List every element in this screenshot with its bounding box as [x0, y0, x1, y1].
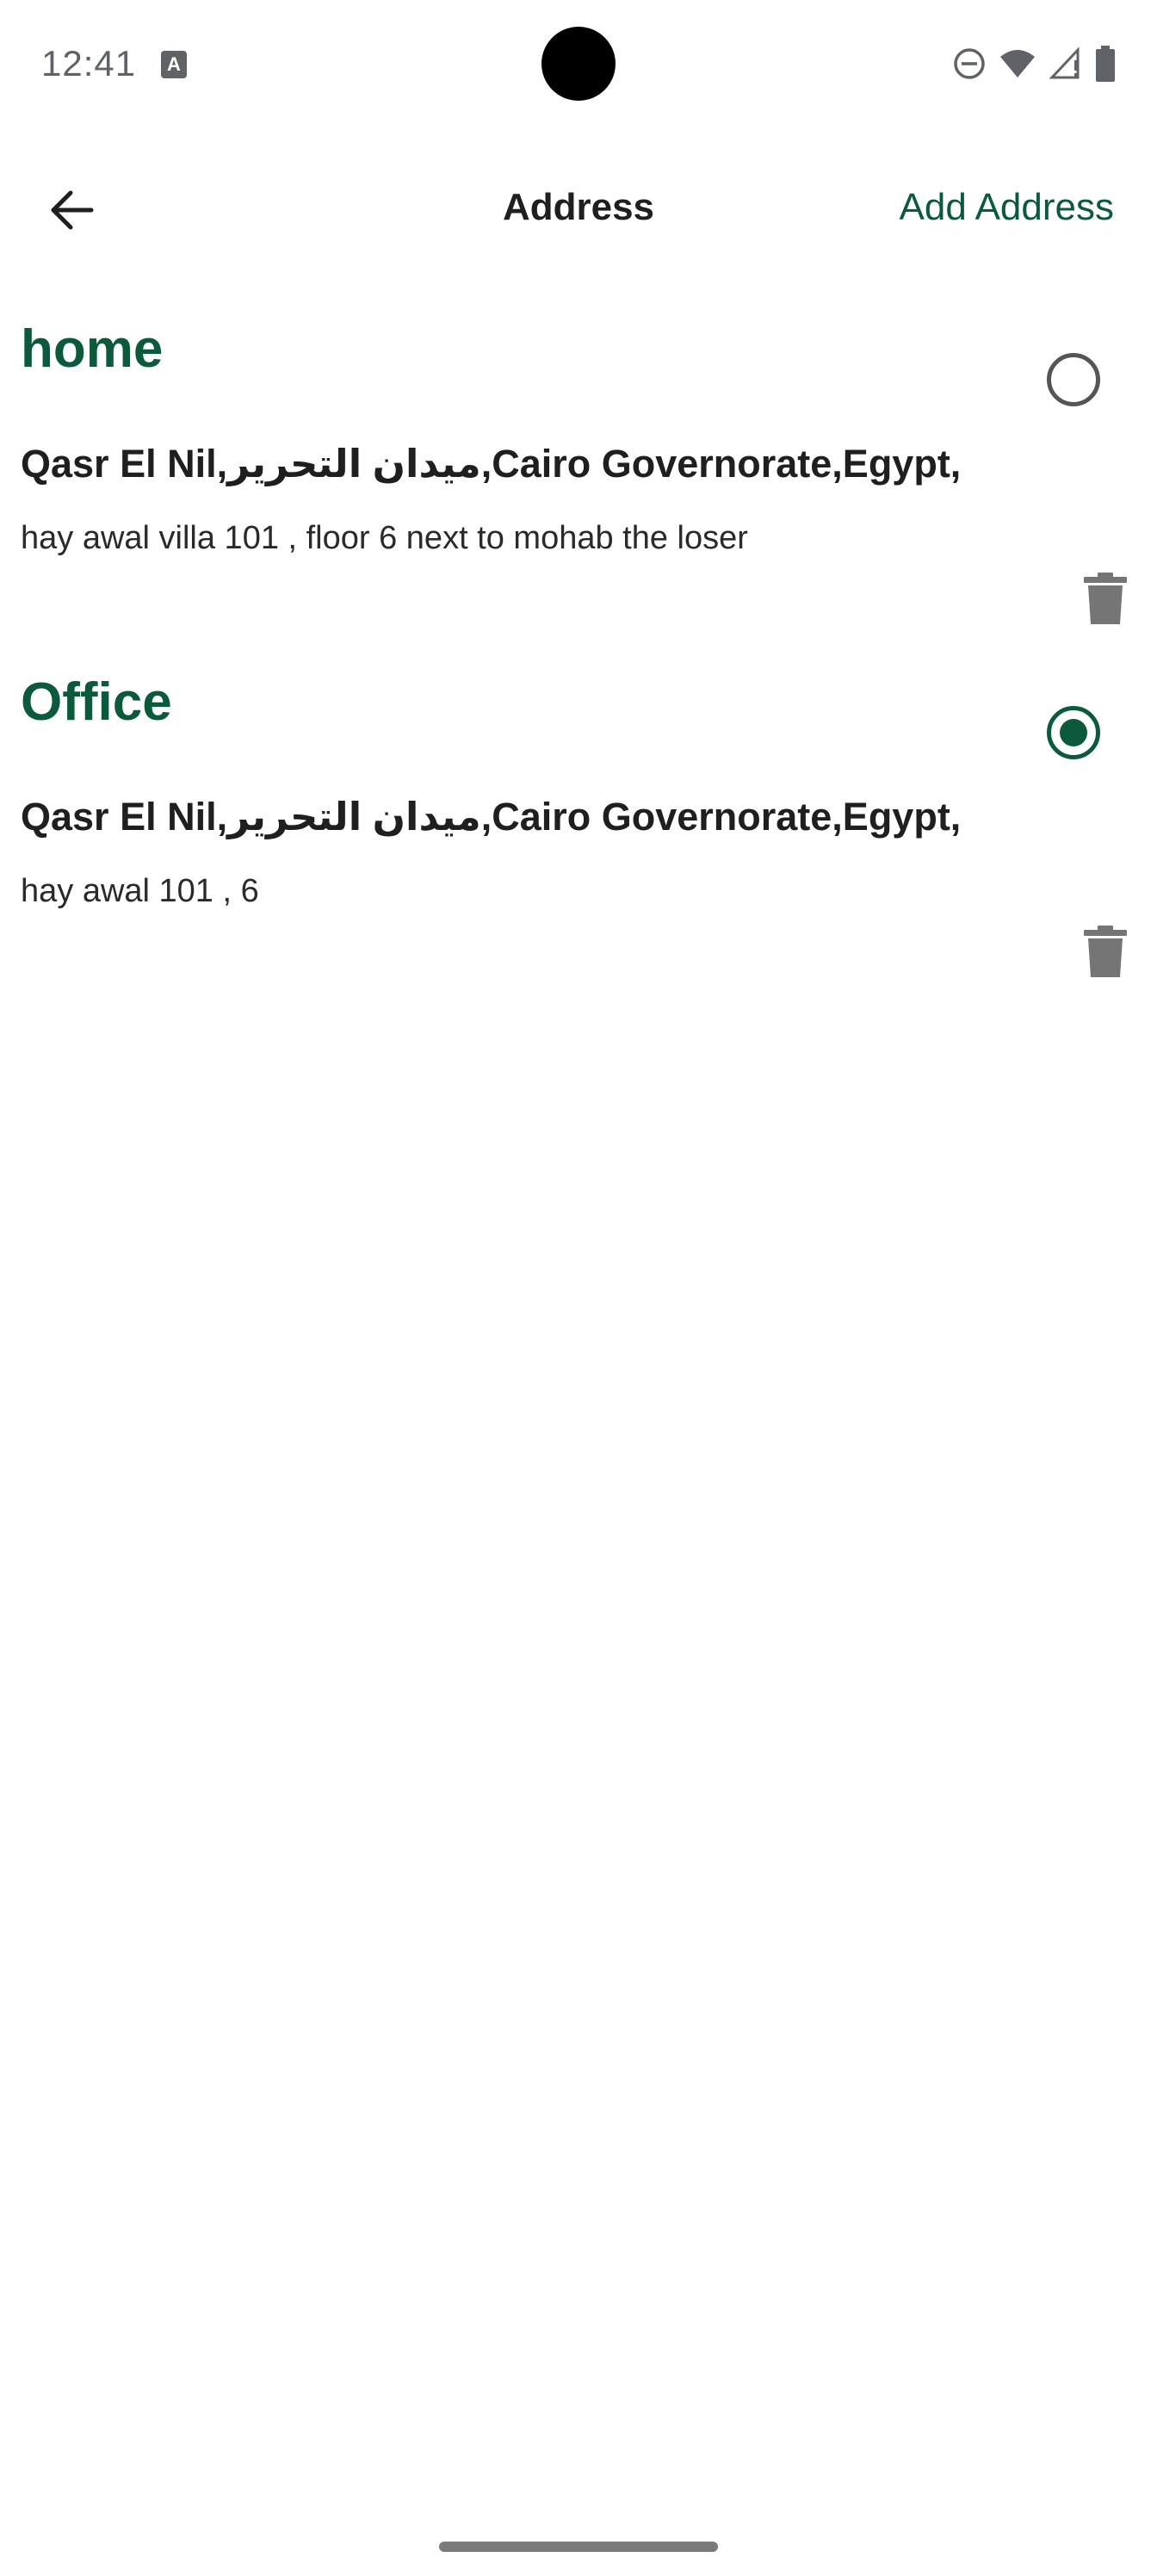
cellular-signal-icon — [1049, 46, 1083, 81]
address-screen: 12:41 A Address Add Address home Qasr El… — [0, 0, 1157, 2576]
address-line: Qasr El Nil,ميدان التحرير,Cairo Governor… — [21, 795, 962, 839]
arrow-back-icon — [50, 189, 95, 235]
address-line: Qasr El Nil,ميدان التحرير,Cairo Governor… — [21, 442, 962, 486]
address-card-home[interactable]: home Qasr El Nil,ميدان التحرير,Cairo Gov… — [0, 310, 1157, 654]
status-bar: 12:41 A — [0, 0, 1157, 129]
radio-selected-dot — [1060, 719, 1087, 746]
radio-button-selected[interactable] — [1047, 706, 1100, 759]
gesture-navigation-bar[interactable] — [439, 2542, 718, 2552]
add-address-button[interactable]: Add Address — [900, 186, 1115, 229]
do-not-disturb-icon — [952, 46, 987, 81]
address-card-office[interactable]: Office Qasr El Nil,ميدان التحرير,Cairo G… — [0, 663, 1157, 1007]
trash-icon — [1080, 926, 1130, 981]
back-button[interactable] — [36, 184, 108, 239]
address-name: home — [21, 319, 164, 379]
delete-button[interactable] — [1080, 925, 1130, 978]
status-time: 12:41 — [41, 43, 137, 84]
notification-a-icon: A — [161, 51, 187, 78]
status-icons — [952, 45, 1116, 83]
camera-cutout — [541, 27, 616, 101]
wifi-icon — [999, 46, 1036, 81]
address-name: Office — [21, 672, 172, 732]
top-app-bar: Address Add Address — [0, 164, 1157, 260]
address-details: hay awal villa 101 , floor 6 next to moh… — [21, 520, 748, 556]
address-details: hay awal 101 , 6 — [21, 873, 259, 909]
trash-icon — [1080, 573, 1130, 629]
delete-button[interactable] — [1080, 572, 1130, 625]
battery-icon — [1095, 45, 1116, 83]
radio-button-unselected[interactable] — [1047, 353, 1100, 406]
